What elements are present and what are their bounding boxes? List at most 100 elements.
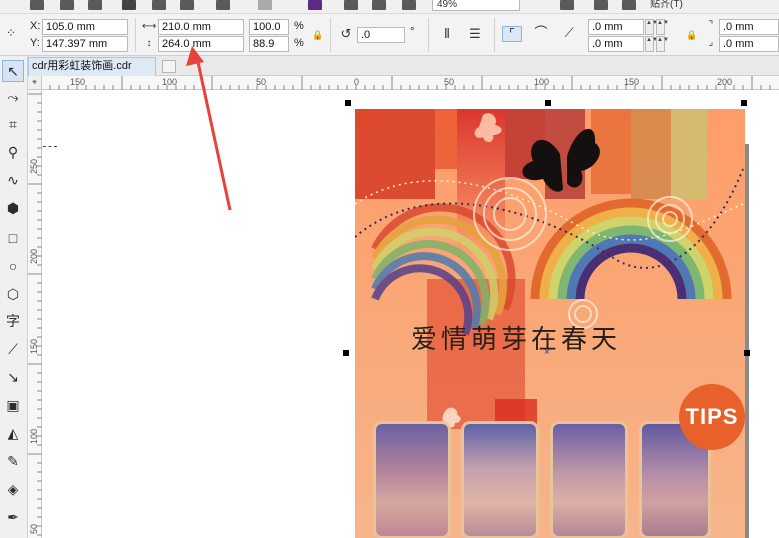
ruler-tick-label: 50	[256, 77, 267, 87]
paste-icon[interactable]	[180, 0, 194, 10]
corner-radius-top-right-field[interactable]: .0 mm	[719, 19, 779, 35]
save-icon[interactable]	[88, 0, 102, 10]
text-tool-icon[interactable]: 字	[2, 310, 24, 332]
parallel-dimension-icon[interactable]: ⟋	[2, 338, 24, 360]
height-icon: ↕	[146, 38, 152, 49]
cut-icon[interactable]	[122, 0, 136, 10]
application-launcher-icon[interactable]	[402, 0, 416, 10]
ruler-ticks	[31, 76, 771, 90]
round-corner-icon[interactable]: ⌜	[502, 26, 522, 42]
ruler-tick-label: 150	[624, 77, 640, 87]
smart-fill-pen-icon[interactable]: ✒	[2, 506, 24, 528]
y-label: Y:	[30, 37, 40, 49]
chamfered-corner-icon[interactable]: ⟋	[560, 26, 578, 40]
rulers-icon[interactable]	[622, 0, 636, 10]
selection-handle-middle-right[interactable]	[744, 350, 750, 356]
redo-icon[interactable]	[258, 0, 272, 10]
mirror-horizontal-icon[interactable]: ⫴	[438, 27, 456, 41]
corner-radius-top-left-field[interactable]: .0 mm	[588, 19, 644, 35]
x-label: X:	[30, 20, 41, 32]
pick-tool-icon[interactable]: ↖	[2, 60, 24, 82]
rotation-angle-field[interactable]: .0	[357, 27, 405, 43]
freehand-tool-icon[interactable]: ∿	[2, 169, 24, 191]
rotation-icon: ↺	[340, 26, 352, 41]
object-origin-icon[interactable]: ⁘	[4, 26, 18, 40]
ruler-tick-label: 250	[29, 158, 39, 174]
x-position-field[interactable]: 105.0 mm	[42, 19, 128, 35]
scale-y-field[interactable]: 88.9	[249, 36, 289, 52]
y-position-field[interactable]: 147.397 mm	[42, 36, 128, 52]
eyedropper-icon[interactable]: ✎	[2, 450, 24, 472]
drop-shadow-icon[interactable]: ▣	[2, 394, 24, 416]
scalloped-corner-icon[interactable]: ⌒	[532, 26, 550, 40]
standard-toolbar: 49% 贴齐(T)	[0, 0, 779, 14]
drawing-canvas[interactable]: 爱情萌芽在春天 TIPS ×	[43, 91, 779, 538]
snap-to-dropdown[interactable]: 贴齐(T)	[650, 0, 720, 11]
toolbox: ↖ ⤳ ⌗ ⚲ ∿ ⬢ □ ○ ⬡ 字 ⟋ ↘ ▣ ◭ ✎ ◈ ✒	[0, 56, 28, 538]
interactive-fill-icon[interactable]: ◈	[2, 478, 24, 500]
zoom-level-select[interactable]: 49%	[432, 0, 520, 11]
import-icon[interactable]	[308, 0, 322, 10]
selection-handle-top-right[interactable]	[741, 100, 747, 106]
corner-spin-tl-2[interactable]: ▲▼	[656, 19, 669, 35]
new-document-icon[interactable]	[30, 0, 44, 10]
fullscreen-preview-icon[interactable]	[560, 0, 574, 10]
corner-spin-tl[interactable]: ▲▼	[645, 19, 658, 35]
width-icon: ⟷	[142, 21, 157, 32]
selection-center-icon[interactable]: ×	[544, 348, 550, 358]
connector-tool-icon[interactable]: ↘	[2, 366, 24, 388]
export-icon[interactable]	[344, 0, 358, 10]
mirror-vertical-icon[interactable]: ☰	[466, 27, 484, 41]
copy-icon[interactable]	[152, 0, 166, 10]
selection-handle-middle-left[interactable]	[343, 350, 349, 356]
scale-x-field[interactable]: 100.0	[249, 19, 289, 35]
publish-pdf-icon[interactable]	[372, 0, 386, 10]
selection-handle-top-center[interactable]	[545, 100, 551, 106]
degree-label: °	[410, 26, 415, 38]
document-tab[interactable]: cdr用彩虹装饰画.cdr	[28, 57, 156, 76]
separator	[330, 18, 331, 52]
corner-spin-bl[interactable]: ▲▼	[645, 36, 658, 52]
view-icon[interactable]	[594, 0, 608, 10]
vertical-ruler[interactable]: 250 200 150 100 50	[28, 90, 42, 538]
ruler-origin-icon[interactable]: ⌖	[28, 76, 42, 90]
corner-br-icon: ⌟	[708, 37, 714, 48]
separator	[494, 18, 495, 52]
undo-icon[interactable]	[216, 0, 230, 10]
ruler-tick-label: 50	[444, 77, 455, 87]
separator	[428, 18, 429, 52]
shape-tool-icon[interactable]: ⤳	[2, 86, 24, 108]
lock-corners-icon[interactable]: 🔒	[686, 28, 698, 42]
horizontal-ruler[interactable]: 150 100 50 0 50 100 150 200	[28, 76, 779, 90]
ruler-tick-label: 100	[534, 77, 550, 87]
ruler-tick-label: 200	[717, 77, 733, 87]
zoom-tool-icon[interactable]: ⚲	[2, 141, 24, 163]
property-bar: ⁘ X: 105.0 mm Y: 147.397 mm ⟷ 210.0 mm ↕…	[0, 14, 779, 56]
rainbow-poster-artwork[interactable]: 爱情萌芽在春天 TIPS	[355, 109, 745, 538]
width-field[interactable]: 210.0 mm	[158, 19, 244, 35]
selection-handle-top-left[interactable]	[345, 100, 351, 106]
polygon-tool-icon[interactable]: ⬡	[2, 283, 24, 305]
transparency-icon[interactable]: ◭	[2, 422, 24, 444]
tips-badge[interactable]: TIPS	[679, 384, 745, 450]
corner-spin-bl-2[interactable]: ▲▼	[656, 36, 669, 52]
lock-ratio-icon[interactable]: 🔒	[312, 28, 324, 42]
corner-radius-bottom-right-field[interactable]: .0 mm	[719, 36, 779, 52]
corner-radius-bottom-left-field[interactable]: .0 mm	[588, 36, 644, 52]
rectangle-tool-icon[interactable]: □	[2, 227, 24, 249]
ellipse-tool-icon[interactable]: ○	[2, 255, 24, 277]
photo-frame-1[interactable]	[373, 421, 451, 538]
smart-fill-icon[interactable]: ⬢	[2, 197, 24, 219]
ruler-tick-label: 100	[162, 77, 178, 87]
document-tab-bar: cdr用彩虹装饰画.cdr	[28, 56, 779, 76]
open-document-icon[interactable]	[60, 0, 74, 10]
height-field[interactable]: 264.0 mm	[158, 36, 244, 52]
ruler-tick-label: 200	[29, 248, 39, 264]
photo-frame-3[interactable]	[550, 421, 628, 538]
guideline[interactable]	[43, 146, 57, 147]
crop-tool-icon[interactable]: ⌗	[2, 113, 24, 135]
new-tab-icon[interactable]	[162, 60, 176, 73]
ruler-tick-label: 150	[29, 338, 39, 354]
photo-frame-2[interactable]	[461, 421, 539, 538]
ruler-tick-label: 50	[29, 523, 39, 534]
